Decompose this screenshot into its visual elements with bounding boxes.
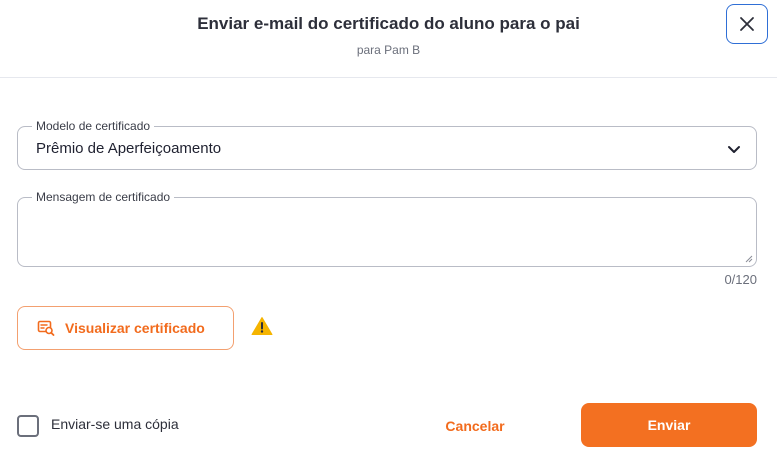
close-icon	[740, 17, 754, 31]
warning-icon[interactable]	[251, 316, 273, 336]
certificate-template-label: Modelo de certificado	[32, 119, 155, 133]
certificate-template-value: Prêmio de Aperfeiçoamento	[36, 140, 222, 157]
modal-header: Enviar e-mail do certificado do aluno pa…	[0, 0, 777, 78]
send-copy-checkbox[interactable]	[17, 415, 39, 437]
preview-certificate-button[interactable]: Visualizar certificado	[17, 306, 234, 350]
preview-certificate-label: Visualizar certificado	[65, 320, 205, 336]
certificate-search-icon	[37, 320, 55, 336]
modal-title: Enviar e-mail do certificado do aluno pa…	[197, 14, 580, 33]
certificate-message-label: Mensagem de certificado	[32, 190, 175, 204]
close-button[interactable]	[726, 4, 768, 44]
message-char-counter: 0/120	[724, 272, 757, 287]
send-button[interactable]: Enviar	[581, 403, 757, 447]
resize-grip-icon[interactable]	[745, 255, 753, 263]
certificate-template-select[interactable]: Modelo de certificado Prêmio de Aperfeiç…	[17, 119, 757, 170]
modal-subtitle: para Pam B	[356, 43, 421, 57]
certificate-message-textarea[interactable]: Mensagem de certificado	[17, 190, 757, 267]
chevron-down-icon	[728, 146, 740, 153]
send-copy-label[interactable]: Enviar-se uma cópia	[51, 416, 179, 432]
cancel-button[interactable]: Cancelar	[430, 404, 520, 448]
